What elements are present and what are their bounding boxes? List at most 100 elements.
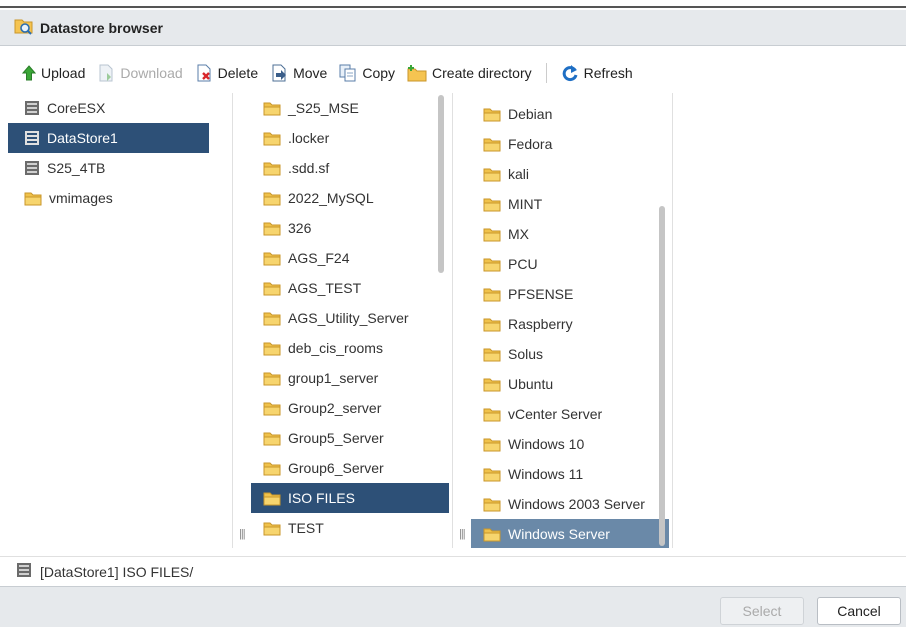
folder-icon (263, 341, 281, 356)
folder-item-label: deb_cis_rooms (288, 340, 383, 356)
iso-folder-item[interactable]: Windows 10 (471, 429, 669, 459)
folder-item-label: AGS_Utility_Server (288, 310, 409, 326)
upload-button[interactable]: Upload (22, 65, 85, 81)
iso-folder-item-label: MINT (508, 196, 543, 212)
folder-icon (483, 197, 501, 212)
iso-folder-item[interactable]: Raspberry (471, 309, 669, 339)
select-button[interactable]: Select (720, 597, 804, 625)
folder-icon (263, 161, 281, 176)
folder-item[interactable]: AGS_Utility_Server (251, 303, 449, 333)
iso-folder-item[interactable]: Fedora (471, 129, 669, 159)
folder-icon (263, 401, 281, 416)
folder-icon (263, 461, 281, 476)
folder-item-label: 326 (288, 220, 312, 236)
cancel-button[interactable]: Cancel (817, 597, 901, 625)
folder-icon (263, 431, 281, 446)
datastore-browser-icon (14, 17, 34, 38)
datastore-item[interactable]: S25_4TB (8, 153, 232, 183)
folder-item[interactable]: Group2_server (251, 393, 449, 423)
folder-item-label: .sdd.sf (288, 160, 330, 176)
create-directory-button[interactable]: Create directory (407, 64, 532, 82)
datastore-item-label: CoreESX (47, 100, 106, 116)
download-button[interactable]: Download (97, 64, 183, 82)
iso-folder-item[interactable]: MX (471, 219, 669, 249)
folder-icon (483, 527, 501, 542)
window-top-border (0, 0, 906, 8)
iso-folder-item[interactable]: Debian (471, 99, 669, 129)
folder-icon (263, 101, 281, 116)
iso-folder-item[interactable]: Windows 2003 Server (471, 489, 669, 519)
iso-folder-item-label: PFSENSE (508, 286, 574, 302)
datastore-icon (24, 100, 40, 116)
folder-item[interactable]: .sdd.sf (251, 153, 449, 183)
status-bar: [DataStore1] ISO FILES/ (0, 556, 906, 586)
iso-folder-list-column[interactable]: Debian Fedora kali MINT MX PCU PFSENSE Raspberr… (453, 93, 673, 548)
folder-icon (483, 467, 501, 482)
folder-item[interactable]: AGS_F24 (251, 243, 449, 273)
iso-list-scrollbar[interactable] (659, 206, 665, 546)
create-directory-label: Create directory (432, 65, 532, 81)
folder-item[interactable]: AGS_TEST (251, 273, 449, 303)
dialog-footer: Select Cancel (0, 586, 906, 627)
datastore-item[interactable]: DataStore1 (8, 123, 209, 153)
folder-item[interactable]: group1_server (251, 363, 449, 393)
iso-folder-item[interactable]: kali (471, 159, 669, 189)
iso-folder-item[interactable]: vCenter Server (471, 399, 669, 429)
iso-folder-item[interactable]: Windows 11 (471, 459, 669, 489)
folder-item[interactable]: Group6_Server (251, 453, 449, 483)
folder-item-label: .locker (288, 130, 330, 146)
iso-folder-item-label: Windows 11 (508, 466, 584, 482)
iso-folder-item[interactable]: Solus (471, 339, 669, 369)
folder-item-label: Group6_Server (288, 460, 384, 476)
copy-button[interactable]: Copy (339, 64, 395, 82)
folder-item[interactable]: deb_cis_rooms (251, 333, 449, 363)
datastore-list: CoreESX DataStore1 S25_4TB vmimages (8, 93, 232, 213)
datastore-list-column[interactable]: CoreESX DataStore1 S25_4TB vmimages (8, 93, 233, 548)
refresh-icon (561, 64, 579, 82)
column-resize-grip[interactable]: ||| (239, 528, 246, 540)
folder-icon (263, 491, 281, 506)
current-path: [DataStore1] ISO FILES/ (40, 563, 194, 580)
toolbar-separator (545, 63, 547, 83)
folder-list-column[interactable]: _S25_MSE .locker .sdd.sf 2022_MySQL 326 AGS_F… (233, 93, 453, 548)
folder-item[interactable]: TEST (251, 513, 449, 543)
refresh-label: Refresh (583, 65, 633, 81)
delete-button[interactable]: Delete (195, 64, 258, 82)
folder-item[interactable]: 326 (251, 213, 449, 243)
new-folder-icon (407, 64, 427, 82)
iso-folder-item-label: PCU (508, 256, 538, 272)
folder-item[interactable]: ISO FILES (251, 483, 449, 513)
datastore-item[interactable]: CoreESX (8, 93, 232, 123)
folder-icon (483, 257, 501, 272)
folder-icon (483, 437, 501, 452)
folder-icon (263, 221, 281, 236)
iso-folder-item[interactable]: Ubuntu (471, 369, 669, 399)
folder-item[interactable]: .locker (251, 123, 449, 153)
folder-icon (24, 191, 42, 206)
folder-item[interactable]: _S25_MSE (251, 93, 449, 123)
folder-item[interactable]: Group5_Server (251, 423, 449, 453)
iso-folder-item-label: Raspberry (508, 316, 573, 332)
iso-folder-item[interactable]: PCU (471, 249, 669, 279)
folder-item[interactable]: 2022_MySQL (251, 183, 449, 213)
column-resize-grip[interactable]: ||| (459, 528, 466, 540)
datastore-item[interactable]: vmimages (8, 183, 232, 213)
folder-icon (483, 107, 501, 122)
refresh-button[interactable]: Refresh (561, 64, 633, 82)
iso-folder-item[interactable]: PFSENSE (471, 279, 669, 309)
folder-item-label: Group2_server (288, 400, 382, 416)
move-button[interactable]: Move (270, 64, 327, 82)
upload-label: Upload (41, 65, 86, 81)
folder-item-label: TEST (288, 520, 324, 536)
folder-icon (263, 371, 281, 386)
folder-item-label: group1_server (288, 370, 379, 386)
folder-icon (263, 191, 281, 206)
copy-label: Copy (362, 65, 396, 81)
iso-folder-item[interactable]: Windows Server (471, 519, 669, 548)
iso-folder-item-label: vCenter Server (508, 406, 603, 422)
folder-icon (483, 317, 501, 332)
iso-folder-item[interactable]: MINT (471, 189, 669, 219)
folder-list-scrollbar[interactable] (438, 95, 444, 273)
folder-item-label: AGS_TEST (288, 280, 362, 296)
folder-icon (263, 281, 281, 296)
